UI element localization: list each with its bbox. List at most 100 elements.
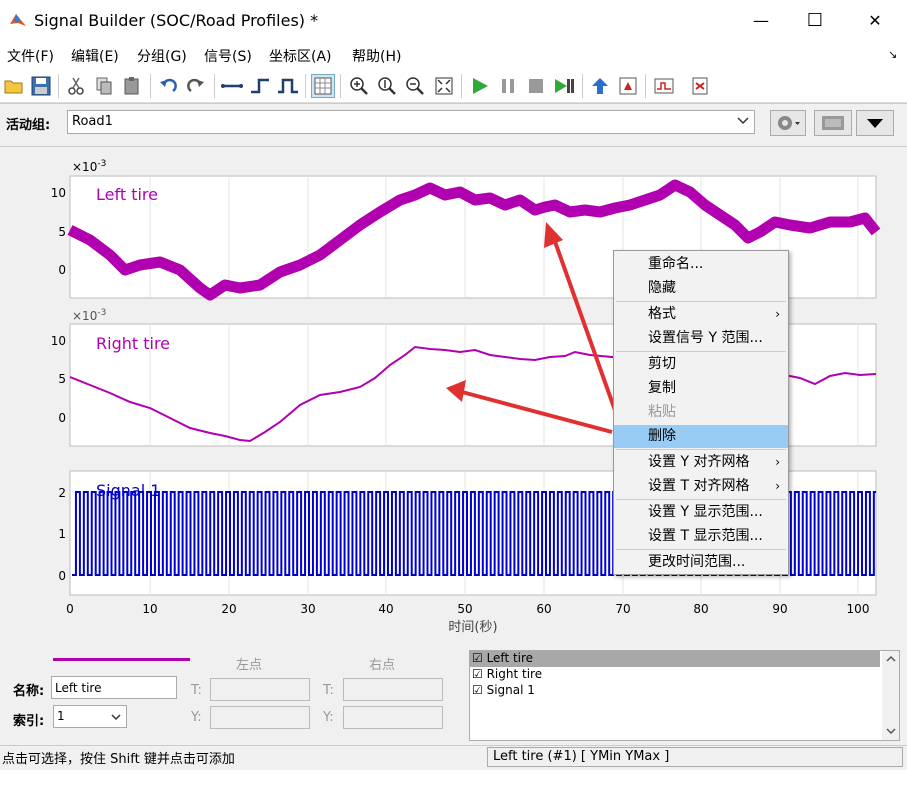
xtick-label: 40 — [378, 602, 393, 616]
right-tire-exponent: ×10-3 — [72, 308, 106, 323]
signal-name-field[interactable] — [51, 676, 177, 699]
menu-item-rename[interactable]: 重命名... — [614, 253, 788, 276]
toolbar-separator — [305, 74, 306, 98]
signal-list-item[interactable]: ☑ Left tire — [470, 651, 880, 667]
index-label: 索引: — [13, 714, 45, 729]
zoom-x-icon[interactable] — [347, 74, 371, 98]
undo-icon[interactable] — [156, 74, 180, 98]
step-signal-icon[interactable] — [248, 74, 272, 98]
xtick-label: 90 — [772, 602, 787, 616]
chevron-right-icon: › — [775, 479, 780, 493]
menu-item-set-t-display-range[interactable]: 设置 T 显示范围... — [614, 525, 788, 548]
right-y-field[interactable] — [343, 706, 443, 729]
pause-icon[interactable] — [496, 74, 520, 98]
copy-icon[interactable] — [92, 74, 116, 98]
xtick-label: 60 — [536, 602, 551, 616]
image-icon — [822, 116, 844, 130]
menu-signal[interactable]: 信号(S) — [204, 46, 252, 66]
ytick-label: 5 — [58, 225, 66, 239]
toolbar-separator — [461, 74, 462, 98]
menu-item-paste[interactable]: 粘贴 — [614, 401, 788, 424]
toolbar-separator — [645, 74, 646, 98]
menu-separator — [616, 449, 786, 450]
chevron-down-icon[interactable] — [736, 114, 750, 128]
xtick-label: 30 — [300, 602, 315, 616]
menu-file[interactable]: 文件(F) — [7, 46, 54, 66]
chevron-up-icon[interactable] — [885, 654, 897, 664]
menu-item-delete[interactable]: 删除 — [614, 425, 788, 448]
image-button[interactable] — [814, 110, 852, 136]
chevron-down-icon[interactable] — [110, 711, 122, 723]
menu-help[interactable]: 帮助(H) — [352, 46, 401, 66]
cut-icon[interactable] — [64, 74, 88, 98]
menu-item-snap-t-grid[interactable]: 设置 T 对齐网格 › — [614, 475, 788, 498]
stop-icon[interactable] — [524, 74, 548, 98]
maximize-button[interactable]: ☐ — [786, 0, 844, 40]
toolbar-separator — [582, 74, 583, 98]
right-tire-label[interactable]: Right tire — [96, 334, 170, 353]
xtick-label: 100 — [847, 602, 870, 616]
signal-list-item[interactable]: ☑ Right tire — [470, 667, 880, 683]
active-group-select[interactable] — [67, 110, 755, 134]
line-style-preview[interactable] — [53, 658, 190, 661]
dropdown-button[interactable] — [856, 110, 894, 136]
grid-icon[interactable] — [311, 74, 335, 98]
start-icon[interactable] — [468, 74, 492, 98]
signal-index-value: 1 — [57, 709, 65, 723]
minimize-button[interactable]: — — [732, 0, 790, 40]
signal1-label[interactable]: Signal 1 — [96, 481, 160, 500]
save-icon[interactable] — [29, 74, 53, 98]
menu-edit[interactable]: 编辑(E) — [71, 46, 119, 66]
pulse-signal-icon[interactable] — [276, 74, 300, 98]
menu-overflow-icon[interactable]: ↘ — [888, 48, 897, 61]
menu-item-cut[interactable]: 剪切 — [614, 353, 788, 376]
xtick-label: 20 — [221, 602, 236, 616]
up-icon[interactable] — [588, 74, 612, 98]
menu-item-hide[interactable]: 隐藏 — [614, 277, 788, 300]
right-point-label: 右点 — [369, 658, 396, 673]
run-all-icon[interactable] — [552, 74, 576, 98]
toolbar-separator — [340, 74, 341, 98]
left-y-label: Y: — [191, 710, 202, 725]
settings-button[interactable] — [770, 110, 806, 136]
right-y-label: Y: — [323, 710, 334, 725]
menu-axes[interactable]: 坐标区(A) — [269, 46, 332, 66]
menu-item-snap-y-grid[interactable]: 设置 Y 对齐网格 › — [614, 451, 788, 474]
xtick-label: 70 — [615, 602, 630, 616]
verification-icon[interactable] — [616, 74, 640, 98]
menu-item-format[interactable]: 格式 › — [614, 303, 788, 326]
redo-icon[interactable] — [184, 74, 208, 98]
menu-separator — [616, 301, 786, 302]
open-icon[interactable] — [2, 74, 26, 98]
menu-item-copy[interactable]: 复制 — [614, 377, 788, 400]
status-signal-info: Left tire (#1) [ YMin YMax ] — [493, 749, 670, 764]
ytick-label: 10 — [51, 186, 66, 200]
paste-icon[interactable] — [120, 74, 144, 98]
fit-icon[interactable] — [432, 74, 456, 98]
ytick-label: 0 — [58, 569, 66, 583]
left-tire-label[interactable]: Left tire — [96, 185, 158, 204]
active-group-value: Road1 — [72, 114, 113, 129]
menu-item-set-y-display-range[interactable]: 设置 Y 显示范围... — [614, 501, 788, 524]
menu-item-set-signal-y-range[interactable]: 设置信号 Y 范围... — [614, 327, 788, 350]
window-title: Signal Builder (SOC/Road Profiles) * — [34, 11, 319, 30]
chevron-down-icon[interactable] — [885, 726, 897, 736]
toolbar-separator — [214, 74, 215, 98]
left-y-field[interactable] — [210, 706, 310, 729]
chevron-right-icon: › — [775, 307, 780, 321]
right-t-field[interactable] — [343, 678, 443, 701]
ytick-label: 2 — [58, 486, 66, 500]
left-t-field[interactable] — [210, 678, 310, 701]
simulink-icon[interactable] — [652, 74, 676, 98]
menu-item-change-time-range[interactable]: 更改时间范围... — [614, 551, 788, 574]
zoom-out-icon[interactable] — [403, 74, 427, 98]
constant-signal-icon[interactable] — [220, 74, 244, 98]
zoom-y-icon[interactable] — [375, 74, 399, 98]
close-button[interactable]: ✕ — [846, 0, 904, 40]
name-label: 名称: — [13, 684, 45, 699]
x-axis-ticks: 0 10 20 30 40 50 60 70 80 90 100 — [66, 602, 869, 616]
export-icon[interactable] — [688, 74, 712, 98]
menu-group[interactable]: 分组(G) — [137, 46, 187, 66]
xtick-label: 80 — [693, 602, 708, 616]
signal-list-item[interactable]: ☑ Signal 1 — [470, 683, 880, 699]
